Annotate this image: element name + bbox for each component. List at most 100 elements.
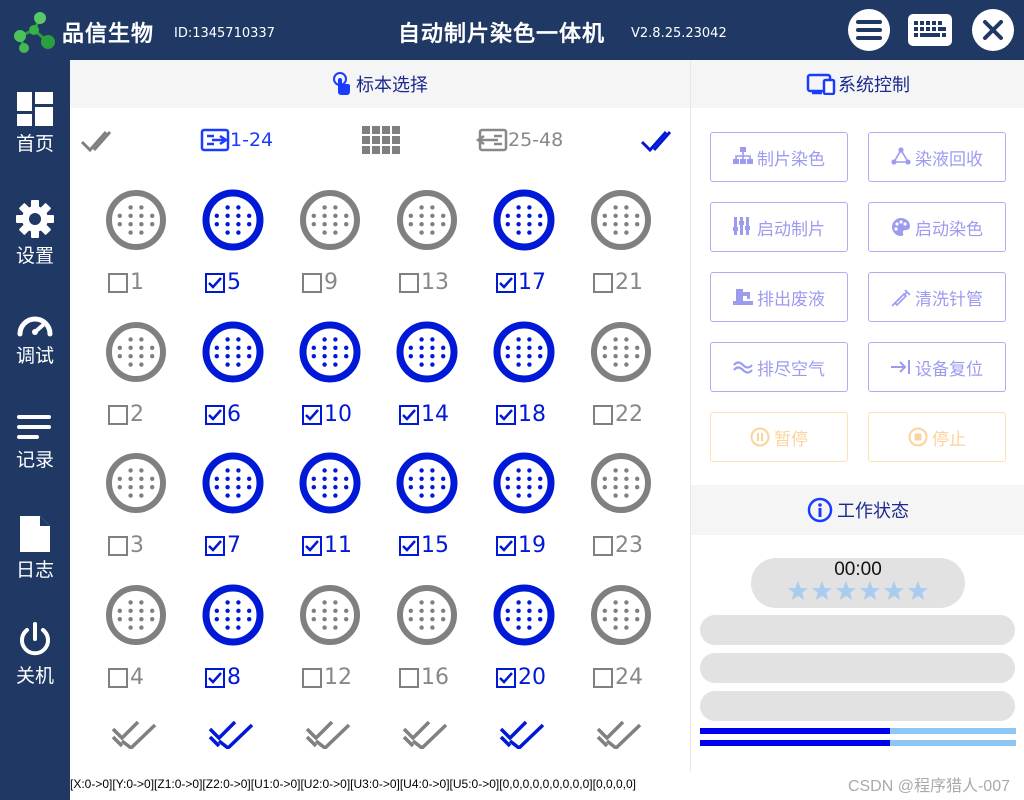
slide-position[interactable]: 8 — [193, 583, 273, 703]
column-select-button[interactable] — [498, 715, 554, 751]
column-select-button[interactable] — [595, 715, 651, 751]
slide-checkbox[interactable]: 21 — [593, 270, 643, 295]
slide-position[interactable]: 4 — [96, 583, 176, 703]
range-1-24-tab[interactable]: 1-24 — [200, 124, 273, 156]
slide-position[interactable]: 6 — [193, 320, 273, 440]
slide-position[interactable]: 3 — [96, 451, 176, 571]
slide-checkbox[interactable]: 1 — [108, 270, 144, 295]
slide-position[interactable]: 13 — [387, 188, 467, 308]
slide-position[interactable]: 23 — [581, 451, 661, 571]
sidebar-item-records[interactable]: 记录 — [0, 412, 70, 508]
slide-number: 2 — [130, 402, 144, 427]
stain-recovery-button[interactable]: 染液回收 — [868, 132, 1006, 182]
slide-checkbox[interactable]: 7 — [205, 533, 241, 558]
sidebar-item-home[interactable]: 首页 — [0, 92, 70, 188]
menu-button[interactable] — [848, 9, 890, 51]
slide-position[interactable]: 7 — [193, 451, 273, 571]
slide-checkbox[interactable]: 14 — [399, 402, 449, 427]
column-select-button[interactable] — [401, 715, 457, 751]
slide-checkbox[interactable]: 18 — [496, 402, 546, 427]
slide-position[interactable]: 22 — [581, 320, 661, 440]
slide-dish-icon — [106, 322, 166, 382]
slide-checkbox[interactable]: 4 — [108, 665, 144, 690]
progress-fill — [700, 728, 890, 734]
checkbox-checked-icon — [302, 404, 322, 425]
molecule-logo-icon — [14, 12, 55, 53]
prep-stain-button[interactable]: 制片染色 — [710, 132, 848, 182]
slide-position[interactable]: 17 — [484, 188, 564, 308]
slide-position[interactable]: 18 — [484, 320, 564, 440]
slide-position[interactable]: 1 — [96, 188, 176, 308]
range-25-48-tab[interactable]: 25-48 — [476, 124, 563, 156]
sidebar-item-log[interactable]: 日志 — [0, 516, 70, 612]
devices-icon — [806, 73, 836, 95]
device-reset-button[interactable]: 设备复位 — [868, 342, 1006, 392]
drain-waste-button[interactable]: 排出废液 — [710, 272, 848, 322]
slide-position[interactable]: 19 — [484, 451, 564, 571]
slide-checkbox[interactable]: 19 — [496, 533, 546, 558]
slide-position[interactable]: 9 — [290, 188, 370, 308]
sidebar-item-settings[interactable]: 设置 — [0, 200, 70, 296]
slide-checkbox[interactable]: 13 — [399, 270, 449, 295]
column-select-button[interactable] — [304, 715, 360, 751]
slide-checkbox[interactable]: 10 — [302, 402, 352, 427]
sidebar-item-shutdown[interactable]: 关机 — [0, 622, 70, 718]
slide-checkbox[interactable]: 24 — [593, 665, 643, 690]
select-all-right-button[interactable] — [640, 124, 680, 156]
checkbox-empty-icon — [593, 667, 613, 688]
double-check-icon — [111, 720, 157, 751]
version-label: V2.8.25.23042 — [631, 26, 727, 41]
slide-checkbox[interactable]: 23 — [593, 533, 643, 558]
star-icon — [836, 581, 856, 600]
status-title-bar: 工作状态 — [691, 485, 1024, 535]
control-title: 系统控制 — [838, 75, 910, 96]
slide-position[interactable]: 11 — [290, 451, 370, 571]
stop-button[interactable]: 停止 — [868, 412, 1006, 462]
slide-position[interactable]: 12 — [290, 583, 370, 703]
control-button-label: 制片染色 — [757, 149, 825, 170]
pause-button[interactable]: 暂停 — [710, 412, 848, 462]
slide-checkbox[interactable]: 2 — [108, 402, 144, 427]
keyboard-button[interactable] — [908, 14, 952, 46]
slide-checkbox[interactable]: 15 — [399, 533, 449, 558]
double-check-icon — [640, 131, 672, 153]
sidebar-item-debug[interactable]: 调试 — [0, 312, 70, 408]
close-button[interactable] — [972, 9, 1014, 51]
slide-checkbox[interactable]: 6 — [205, 402, 241, 427]
slide-checkbox[interactable]: 17 — [496, 270, 546, 295]
slide-position[interactable]: 24 — [581, 583, 661, 703]
column-select-button[interactable] — [110, 715, 166, 751]
start-stain-button[interactable]: 启动染色 — [868, 202, 1006, 252]
slide-dish-icon — [299, 321, 361, 383]
slide-checkbox[interactable]: 3 — [108, 533, 144, 558]
slide-position[interactable]: 16 — [387, 583, 467, 703]
slide-position[interactable]: 10 — [290, 320, 370, 440]
power-icon — [20, 622, 50, 656]
grid-view-button[interactable] — [362, 124, 400, 156]
slide-position[interactable]: 5 — [193, 188, 273, 308]
slide-checkbox[interactable]: 9 — [302, 270, 338, 295]
slide-dish-icon — [396, 452, 458, 514]
slide-dish-icon — [591, 190, 651, 250]
status-footer: [X:0->0][Y:0->0][Z1:0->0][Z2:0->0][U1:0-… — [70, 772, 1024, 800]
clean-needle-button[interactable]: 清洗针管 — [868, 272, 1006, 322]
select-all-left-button[interactable] — [80, 124, 120, 156]
info-icon — [807, 497, 833, 523]
start-prep-button[interactable]: 启动制片 — [710, 202, 848, 252]
slide-checkbox[interactable]: 12 — [302, 665, 352, 690]
wind-icon — [733, 361, 753, 374]
slide-checkbox[interactable]: 22 — [593, 402, 643, 427]
slide-position[interactable]: 21 — [581, 188, 661, 308]
slide-position[interactable]: 2 — [96, 320, 176, 440]
slide-position[interactable]: 20 — [484, 583, 564, 703]
slide-position[interactable]: 14 — [387, 320, 467, 440]
purge-air-button[interactable]: 排尽空气 — [710, 342, 848, 392]
column-select-button[interactable] — [207, 715, 263, 751]
slide-checkbox[interactable]: 11 — [302, 533, 352, 558]
slide-position[interactable]: 15 — [387, 451, 467, 571]
slide-checkbox[interactable]: 8 — [205, 665, 241, 690]
slide-checkbox[interactable]: 16 — [399, 665, 449, 690]
status-title: 工作状态 — [837, 501, 909, 522]
slide-checkbox[interactable]: 20 — [496, 665, 546, 690]
slide-checkbox[interactable]: 5 — [205, 270, 241, 295]
